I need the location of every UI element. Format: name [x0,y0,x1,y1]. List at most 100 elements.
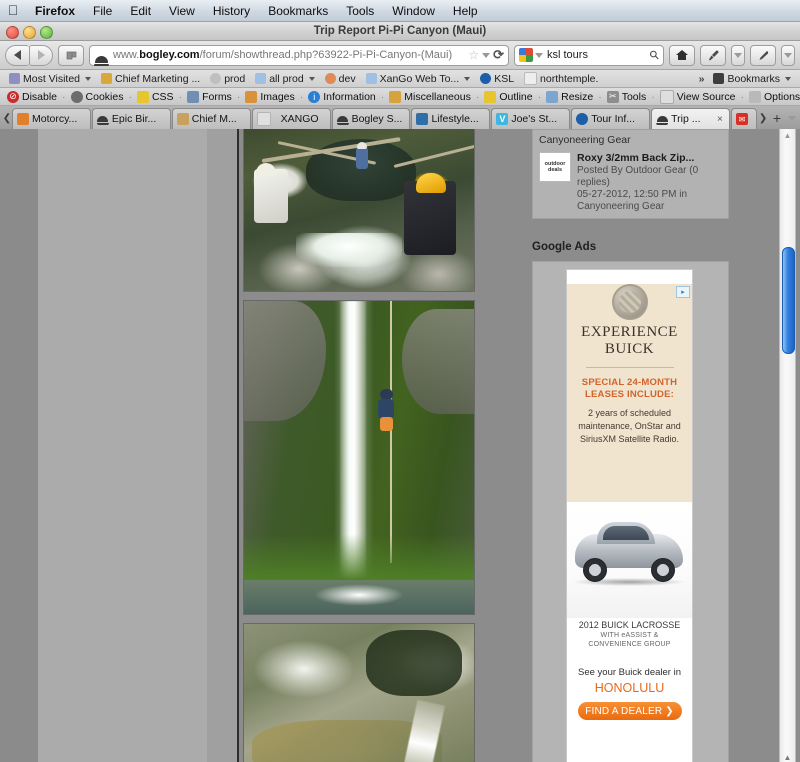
devtool-information[interactable]: i Information [304,90,380,103]
chevron-down-icon [734,52,742,58]
waterfall-rappel-photo[interactable] [244,301,474,614]
devtool-view-source[interactable]: View Source [656,89,740,104]
menu-history[interactable]: History [204,0,259,22]
tabs-scroll-left-chevron-left-icon[interactable]: ❮ [2,107,12,129]
menu-help[interactable]: Help [444,0,487,22]
close-window-button[interactable] [6,26,19,39]
chevron-down-icon[interactable] [482,52,491,58]
menu-tools[interactable]: Tools [337,0,383,22]
address-bar-actions: ☆ ⟳ [465,47,504,63]
bookmarks-overflow-double-chevron-icon[interactable]: » [695,73,709,85]
find-a-dealer-button[interactable]: FIND A DEALER ❯ [577,702,682,720]
menu-firefox[interactable]: Firefox [26,0,84,22]
tab-epic-birthday[interactable]: Epic Bir... [91,108,171,129]
devtool-resize[interactable]: Resize [542,90,597,103]
tab-chief-marketing[interactable]: Chief M... [171,108,251,129]
pen-button[interactable] [750,44,776,66]
new-tab-plus-icon[interactable]: + [768,107,786,129]
tab-list-chevron-down-icon[interactable] [786,107,798,129]
bookmark-dev[interactable]: dev [320,73,361,85]
google-ads-container: ▸ EXPERIENCE BUICK SPECIAL 24-MONTH LEAS… [532,261,729,762]
window-title-bar: Trip Report Pi-Pi Canyon (Maui) [0,22,800,41]
chevron-down-icon [464,76,471,81]
tab-joes-stuff[interactable]: V Joe's St... [491,108,571,129]
previous-item-forum-label: Canyoneering Gear [539,134,631,146]
pen-menu-button[interactable] [781,44,795,66]
devtool-miscellaneous[interactable]: Miscellaneous [385,90,475,103]
tab-lifestyle[interactable]: Lifestyle... [411,108,491,129]
apple-logo-icon[interactable]:  [0,3,26,19]
bookmark-prod[interactable]: prod [205,73,250,85]
eyedropper-menu-button[interactable] [731,44,745,66]
tab-gmail[interactable]: ✉ [731,108,758,129]
chevron-down-icon [85,76,91,81]
reader-mode-icon [66,51,76,59]
bookmark-ksl[interactable]: KSL [475,73,519,85]
menu-file[interactable]: File [84,0,121,22]
menu-window[interactable]: Window [383,0,444,22]
menu-edit[interactable]: Edit [121,0,160,22]
devtool-outline[interactable]: Outline [480,90,536,103]
pool-and-rocks-photo[interactable] [244,624,474,762]
home-button[interactable] [669,44,695,66]
eyedropper-button[interactable] [700,44,726,66]
devtool-images[interactable]: Images [241,90,298,103]
sidebar-recent-item[interactable]: outdoor deals Roxy 3/2mm Back Zip... Pos… [539,152,722,213]
ad-headline-line2: BUICK [604,341,655,357]
pencil-icon [484,90,497,103]
devtool-forms[interactable]: Forms [183,90,236,103]
star-folder-icon [713,73,725,84]
devtool-disable[interactable]: ⊘ Disable [3,90,61,103]
reload-icon[interactable]: ⟳ [493,47,504,63]
tab-motorcycle[interactable]: Motorcy... [12,108,91,129]
page-title: Trip Report Pi-Pi Canyon (Maui) [313,25,487,37]
menu-view[interactable]: View [160,0,204,22]
gear-icon [210,73,222,84]
scroll-arrows[interactable]: ▲ ▼ [780,754,795,762]
recent-item-title[interactable]: Roxy 3/2mm Back Zip... [577,152,722,165]
bookmark-xango-web-tools[interactable]: XanGo Web To... [361,73,476,85]
zoom-window-button[interactable] [40,26,53,39]
bookmark-most-visited[interactable]: Most Visited [4,73,96,85]
canyoneers-in-creek-photo[interactable] [244,129,474,291]
bookmark-all-prod[interactable]: all prod [250,73,319,85]
tools-icon: ✂ [606,90,619,103]
tab-trip-report[interactable]: Trip ... × [651,108,731,129]
minimize-window-button[interactable] [23,26,36,39]
menu-bookmarks[interactable]: Bookmarks [259,0,337,22]
devtool-tools[interactable]: ✂ Tools [603,90,651,103]
forward-button[interactable] [29,44,53,66]
star-icon[interactable]: ☆ [468,48,479,62]
tab-bogley-site[interactable]: Bogley S... [331,108,411,129]
bookmarks-menu[interactable]: Bookmarks [708,73,796,85]
caret-up-icon[interactable]: ▲ [780,131,795,140]
adchoices-icon[interactable]: ▸ [676,286,690,298]
devtool-cookies[interactable]: Cookies [67,90,128,103]
bookmark-chief-marketing[interactable]: Chief Marketing ... [96,73,205,85]
blank-page-icon [524,72,538,85]
web-developer-toolbar: ⊘ Disable · Cookies · CSS · Forms · Image… [0,88,800,106]
reader-mode-button[interactable] [58,44,84,66]
nav-buttons-group [5,44,53,66]
scrollbar-column: ▲ ▲ ▼ [732,129,800,762]
tab-xango[interactable]: XANGO [251,108,331,129]
devtool-options[interactable]: Options [745,90,800,103]
buick-logo-icon [611,284,648,320]
search-input[interactable]: ksl tours [543,49,650,61]
tab-tour-info[interactable]: Tour Inf... [571,108,651,129]
devtool-css[interactable]: CSS [133,90,178,103]
buick-advertisement[interactable]: ▸ EXPERIENCE BUICK SPECIAL 24-MONTH LEAS… [567,270,692,762]
recent-item-body: Roxy 3/2mm Back Zip... Posted By Outdoor… [577,152,722,213]
tabs-scroll-right-chevron-right-icon[interactable]: ❯ [758,107,768,129]
ad-model-name: 2012 BUICK LACROSSE [578,620,681,630]
vertical-scroll-thumb[interactable] [782,247,795,354]
back-button[interactable] [5,44,29,66]
search-engine-chevron-down-icon[interactable] [535,52,543,58]
close-tab-icon[interactable]: × [717,114,725,125]
bookmark-northtemple[interactable]: northtemple. [519,72,603,85]
search-bar[interactable]: ksl tours ⚲ [514,44,664,66]
address-bar[interactable]: www.bogley.com/forum/showthread.php?6392… [89,44,509,66]
vertical-scrollbar[interactable]: ▲ ▲ ▼ [779,129,796,762]
bookmark-label: Most Visited [23,72,80,85]
ad-offer-line2: LEASES INCLUDE: [584,389,675,400]
